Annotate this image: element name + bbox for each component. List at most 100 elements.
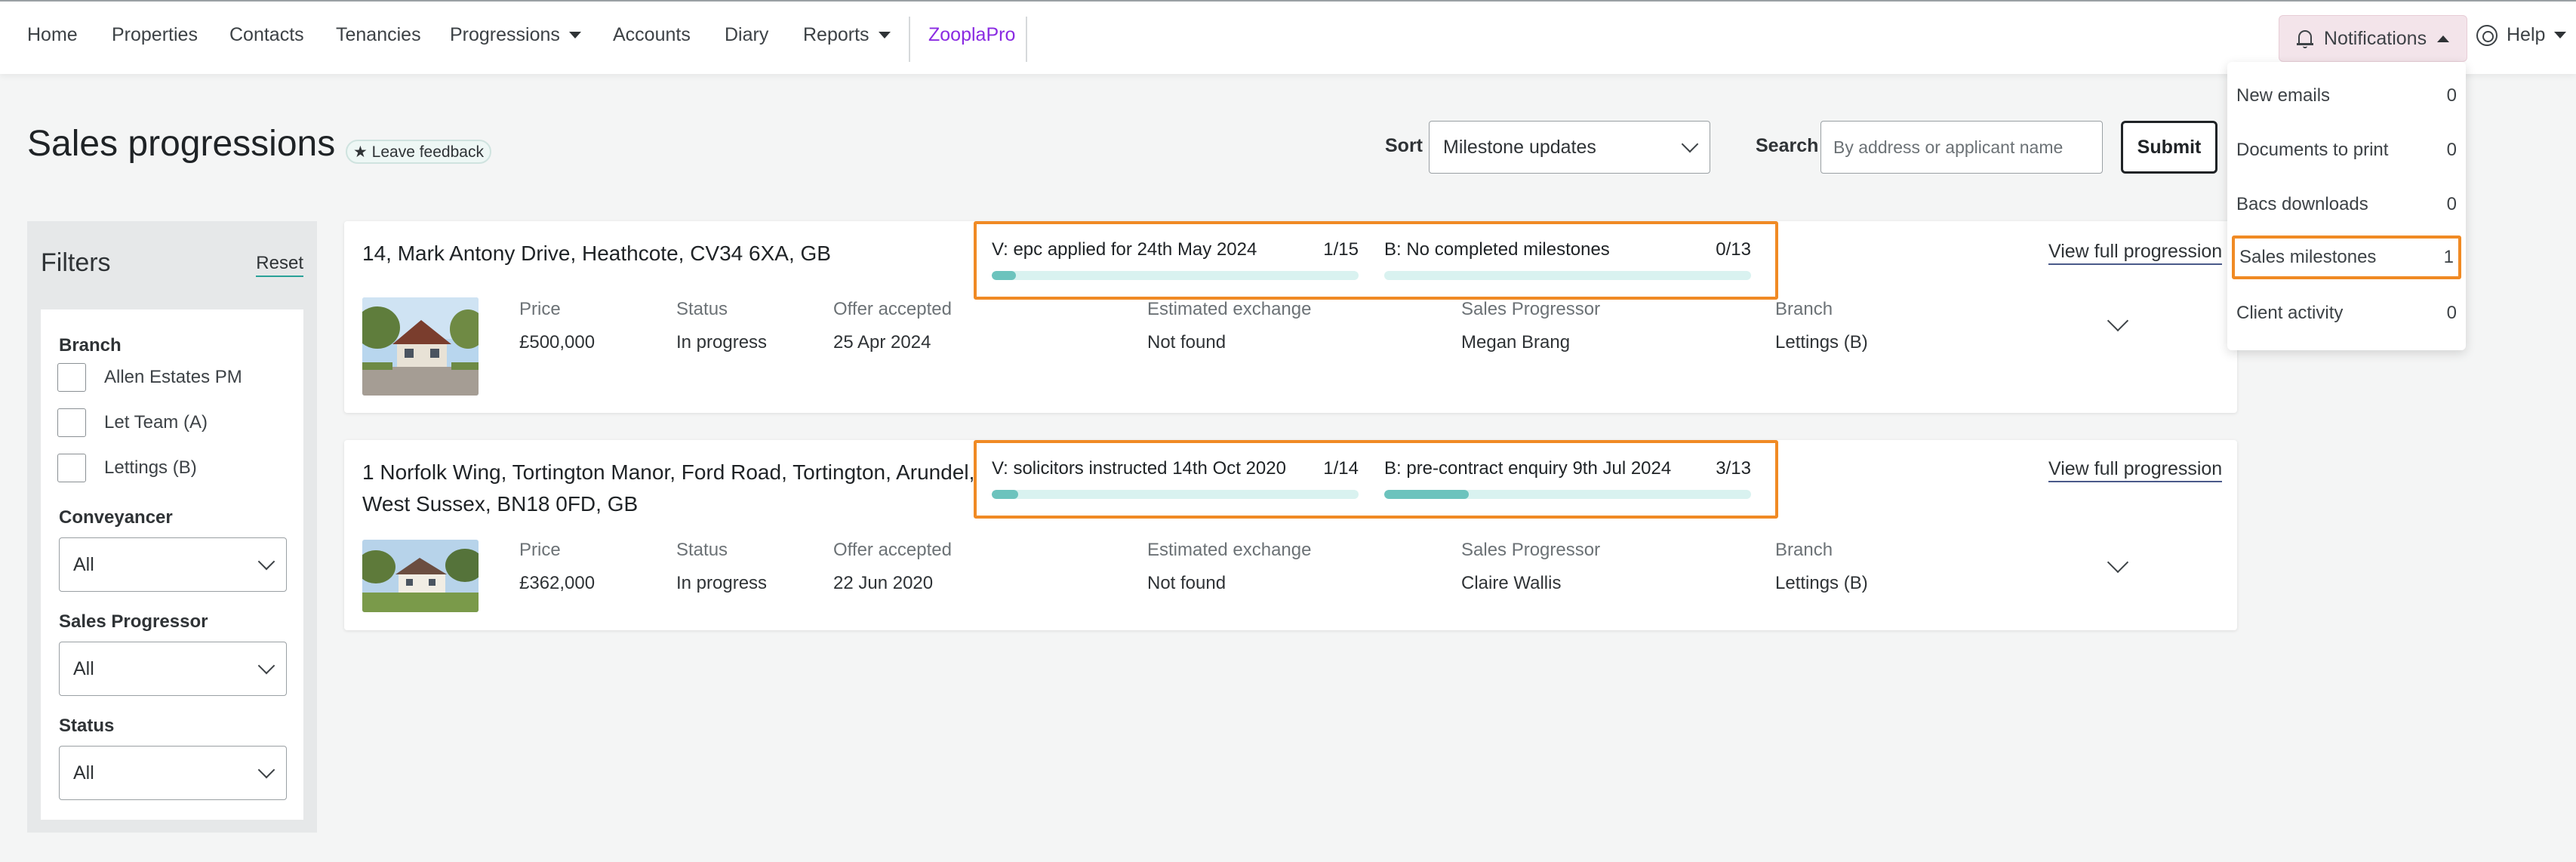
estimated-exchange-value: Not found <box>1147 573 1226 593</box>
branch-label: Branch <box>59 335 122 356</box>
select-value: All <box>73 553 94 575</box>
branch-column: Branch Lettings (B) <box>1775 299 1868 353</box>
nav-home[interactable]: Home <box>27 24 78 46</box>
branch-checkbox[interactable]: Let Team (A) <box>57 408 208 437</box>
bell-icon <box>2296 29 2313 48</box>
checkbox[interactable] <box>57 454 86 482</box>
buyer-milestone-count: 3/13 <box>1716 458 1751 479</box>
filters-panel: Filters Reset Branch Allen Estates PM Le… <box>27 221 317 833</box>
column-label: Estimated exchange <box>1147 540 1312 560</box>
branch-column: Branch Lettings (B) <box>1775 540 1868 594</box>
chevron-down-icon <box>878 32 891 38</box>
notification-count: 0 <box>2446 303 2457 323</box>
chevron-down-icon <box>1681 135 1699 153</box>
price-value: £362,000 <box>519 573 596 593</box>
price-value: £500,000 <box>519 332 596 352</box>
conveyancer-select[interactable]: All <box>59 537 287 592</box>
column-label: Price <box>519 299 561 319</box>
notification-count: 0 <box>2446 194 2457 214</box>
notifications-label: Notifications <box>2323 27 2427 49</box>
column-label: Status <box>676 540 728 560</box>
sales-progressor-value: Claire Wallis <box>1461 573 1562 593</box>
reset-link[interactable]: Reset <box>256 253 303 277</box>
search-input[interactable] <box>1820 121 2103 174</box>
expand-chevron-icon[interactable] <box>2107 551 2129 574</box>
notifications-button[interactable]: Notifications <box>2279 15 2467 62</box>
submit-button[interactable]: Submit <box>2121 121 2217 174</box>
nav-diary[interactable]: Diary <box>725 24 768 46</box>
checkbox[interactable] <box>57 408 86 437</box>
notification-sales-milestones[interactable]: Sales milestones 1 <box>2232 236 2461 279</box>
nav-tenancies[interactable]: Tenancies <box>336 24 421 46</box>
column-label: Status <box>676 299 728 319</box>
estimated-exchange-value: Not found <box>1147 332 1226 352</box>
status-value: In progress <box>676 332 768 352</box>
price-column: Price £500,000 <box>519 299 595 353</box>
offer-accepted-value: 22 Jun 2020 <box>833 573 934 593</box>
nav-zooplapro[interactable]: ZooplaPro <box>928 24 1015 46</box>
notification-label: Sales milestones <box>2239 247 2377 267</box>
chevron-down-icon <box>257 553 275 571</box>
vendor-milestone-text: V: solicitors instructed 14th Oct 2020 <box>992 458 1286 479</box>
branch-value: Lettings (B) <box>1775 573 1868 593</box>
view-full-progression-link[interactable]: View full progression <box>2048 241 2223 265</box>
status-select[interactable]: All <box>59 746 287 800</box>
select-value: All <box>73 762 94 783</box>
notification-count: 0 <box>2446 85 2457 106</box>
sales-progressor-label: Sales Progressor <box>59 611 208 632</box>
nav-contacts[interactable]: Contacts <box>229 24 304 46</box>
view-full-progression-link[interactable]: View full progression <box>2048 458 2223 482</box>
column-label: Sales Progressor <box>1461 299 1601 319</box>
chevron-down-icon <box>2554 32 2567 38</box>
notification-bacs-downloads[interactable]: Bacs downloads 0 <box>2232 183 2461 226</box>
estimated-exchange-column: Estimated exchange Not found <box>1147 299 1311 353</box>
status-value: In progress <box>676 573 768 593</box>
column-label: Estimated exchange <box>1147 299 1312 319</box>
expand-chevron-icon[interactable] <box>2107 309 2129 332</box>
property-photo <box>362 540 479 612</box>
offer-accepted-column: Offer accepted 22 Jun 2020 <box>833 540 952 594</box>
progress-fill <box>992 490 1018 499</box>
sales-progressor-column: Sales Progressor Megan Brang <box>1461 299 1600 353</box>
nav-reports[interactable]: Reports <box>803 24 891 46</box>
property-address[interactable]: 14, Mark Antony Drive, Heathcote, CV34 6… <box>362 238 951 269</box>
sales-progressor-value: Megan Brang <box>1461 332 1571 352</box>
property-address[interactable]: 1 Norfolk Wing, Tortington Manor, Ford R… <box>362 457 981 520</box>
buyer-milestone: B: No completed milestones 0/13 <box>1384 239 1751 280</box>
chevron-down-icon <box>257 761 275 779</box>
branch-checkbox[interactable]: Lettings (B) <box>57 454 197 482</box>
sales-progressor-select[interactable]: All <box>59 642 287 696</box>
help-button[interactable]: Help <box>2476 24 2567 46</box>
vendor-milestone: V: epc applied for 24th May 2024 1/15 <box>992 239 1359 280</box>
vendor-milestone-count: 1/15 <box>1323 239 1359 260</box>
notification-label: Documents to print <box>2236 140 2389 160</box>
notification-count: 1 <box>2443 247 2454 267</box>
checkbox[interactable] <box>57 363 86 392</box>
status-column: Status In progress <box>676 540 767 594</box>
search-label: Search <box>1756 135 1819 156</box>
chevron-up-icon <box>2437 35 2450 42</box>
help-label: Help <box>2507 24 2546 45</box>
vendor-milestone-count: 1/14 <box>1323 458 1359 479</box>
milestones-highlight: V: epc applied for 24th May 2024 1/15 B: … <box>974 221 1778 300</box>
nav-accounts[interactable]: Accounts <box>613 24 691 46</box>
property-photo <box>362 297 479 396</box>
branch-checkbox[interactable]: Allen Estates PM <box>57 363 242 392</box>
progression-card: 1 Norfolk Wing, Tortington Manor, Ford R… <box>344 440 2237 630</box>
notification-client-activity[interactable]: Client activity 0 <box>2232 291 2461 335</box>
notifications-dropdown: New emails 0 Documents to print 0 Bacs dow… <box>2227 62 2466 350</box>
buyer-milestone-text: B: No completed milestones <box>1384 239 1610 260</box>
column-label: Offer accepted <box>833 540 952 560</box>
sort-value: Milestone updates <box>1443 136 1596 158</box>
filters-body: Branch Allen Estates PM Let Team (A) Let… <box>41 309 303 820</box>
nav-progressions[interactable]: Progressions <box>450 24 581 46</box>
leave-feedback-button[interactable]: ★ Leave feedback <box>346 140 491 164</box>
notification-new-emails[interactable]: New emails 0 <box>2232 74 2461 118</box>
progress-fill <box>1384 490 1470 499</box>
sort-select[interactable]: Milestone updates <box>1429 121 1710 174</box>
nav-properties[interactable]: Properties <box>112 24 198 46</box>
column-label: Sales Progressor <box>1461 540 1601 560</box>
buyer-milestone: B: pre-contract enquiry 9th Jul 2024 3/13 <box>1384 458 1751 499</box>
notification-documents-to-print[interactable]: Documents to print 0 <box>2232 128 2461 172</box>
help-icon <box>2476 24 2498 46</box>
